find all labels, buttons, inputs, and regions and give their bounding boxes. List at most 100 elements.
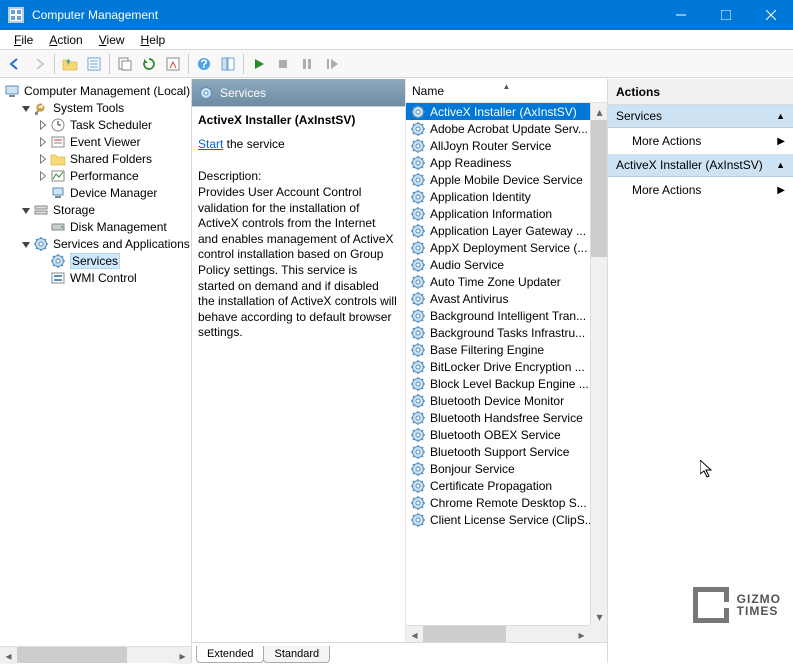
export-list-button[interactable] [162,53,184,75]
tree-item-event-viewer[interactable]: Event Viewer [0,133,191,150]
service-row[interactable]: Certificate Propagation [406,477,607,494]
tree-root[interactable]: Computer Management (Local) [0,82,191,99]
service-row[interactable]: Chrome Remote Desktop S... [406,494,607,511]
pause-service-button[interactable] [296,53,318,75]
gear-icon [410,206,426,222]
list-scrollbar-h[interactable]: ◂ ▸ [406,625,590,642]
tree-item-storage[interactable]: Storage [0,201,191,218]
title-bar: Computer Management [0,0,793,30]
minimize-button[interactable] [658,0,703,30]
menu-help[interactable]: Help [133,31,174,49]
service-row[interactable]: App Readiness [406,154,607,171]
tree-item-disk-management[interactable]: Disk Management [0,218,191,235]
tree-item-system-tools[interactable]: System Tools [0,99,191,116]
service-row[interactable]: Bonjour Service [406,460,607,477]
menu-action[interactable]: Action [41,31,90,49]
service-row[interactable]: BitLocker Drive Encryption ... [406,358,607,375]
service-row[interactable]: Auto Time Zone Updater [406,273,607,290]
service-row[interactable]: Block Level Backup Engine ... [406,375,607,392]
service-row[interactable]: Adobe Acrobat Update Serv... [406,120,607,137]
description-text: Provides User Account Control validation… [198,185,397,341]
service-row[interactable]: Avast Antivirus [406,290,607,307]
service-row[interactable]: Bluetooth Handsfree Service [406,409,607,426]
tree-item-services[interactable]: Services [0,252,191,269]
gear-icon [410,376,426,392]
refresh-button[interactable] [138,53,160,75]
tree-item-task-scheduler[interactable]: Task Scheduler [0,116,191,133]
maximize-button[interactable] [703,0,748,30]
expander-open-icon[interactable] [21,239,31,249]
scroll-down-button[interactable]: ▾ [591,608,607,625]
service-row[interactable]: AppX Deployment Service (... [406,239,607,256]
restart-service-button[interactable] [320,53,342,75]
expander-closed-icon[interactable] [38,137,48,147]
gear-icon [410,308,426,324]
up-button[interactable] [59,53,81,75]
scroll-left-button[interactable]: ◂ [406,626,423,642]
expander-open-icon[interactable] [21,205,31,215]
service-row[interactable]: Base Filtering Engine [406,341,607,358]
scroll-up-button[interactable]: ▴ [591,103,607,120]
service-row[interactable]: Client License Service (ClipS... [406,511,607,528]
scroll-right-button[interactable]: ▸ [573,626,590,642]
service-row[interactable]: Background Tasks Infrastru... [406,324,607,341]
service-row[interactable]: AllJoyn Router Service [406,137,607,154]
help-button[interactable]: ? [193,53,215,75]
stop-service-button[interactable] [272,53,294,75]
expander-closed-icon[interactable] [38,154,48,164]
back-button[interactable] [4,53,26,75]
forward-button[interactable] [28,53,50,75]
tree-item-wmi-control[interactable]: WMI Control [0,269,191,286]
menu-file[interactable]: File [6,31,41,49]
tree-item-shared-folders[interactable]: Shared Folders [0,150,191,167]
tree-item-performance[interactable]: Performance [0,167,191,184]
gear-icon [410,291,426,307]
menu-bar: File Action View Help [0,30,793,50]
gear-icon [410,257,426,273]
actions-section-services[interactable]: Services ▲ [608,105,793,128]
service-row[interactable]: Bluetooth Support Service [406,443,607,460]
service-row[interactable]: Application Information [406,205,607,222]
more-actions-selected[interactable]: More Actions ▶ [608,177,793,203]
service-row[interactable]: Background Intelligent Tran... [406,307,607,324]
service-row[interactable]: Bluetooth Device Monitor [406,392,607,409]
tree-panel: Computer Management (Local) System Tools… [0,79,192,663]
service-row[interactable]: Audio Service [406,256,607,273]
service-row[interactable]: Bluetooth OBEX Service [406,426,607,443]
tree-item-device-manager[interactable]: Device Manager [0,184,191,201]
collapse-icon: ▲ [776,160,785,170]
start-service-button[interactable] [248,53,270,75]
show-hide-button[interactable] [217,53,239,75]
more-actions-services[interactable]: More Actions ▶ [608,128,793,154]
column-name[interactable]: ▲ Name [406,84,607,98]
expander-closed-icon[interactable] [38,171,48,181]
tree-item-services-and-applications[interactable]: Services and Applications [0,235,191,252]
tree-scrollbar-h[interactable]: ◂ ▸ [0,646,191,663]
scroll-right-button[interactable]: ▸ [174,647,191,664]
expander-closed-icon[interactable] [38,120,48,130]
tab-standard[interactable]: Standard [263,646,330,663]
gear-icon [410,189,426,205]
start-link[interactable]: Start [198,137,223,151]
service-row[interactable]: Apple Mobile Device Service [406,171,607,188]
service-row[interactable]: Application Layer Gateway ... [406,222,607,239]
export-button[interactable] [114,53,136,75]
gear-icon [410,104,426,120]
tree[interactable]: Computer Management (Local) System Tools… [0,79,191,646]
gear-icon [410,427,426,443]
tab-extended[interactable]: Extended [196,646,264,663]
gear-icon [410,512,426,528]
collapse-icon: ▲ [776,111,785,121]
menu-view[interactable]: View [91,31,133,49]
close-button[interactable] [748,0,793,30]
list-scrollbar-v[interactable]: ▴ ▾ [590,103,607,625]
service-row[interactable]: ActiveX Installer (AxInstSV) [406,103,607,120]
gear-icon [410,461,426,477]
expander-open-icon[interactable] [21,103,31,113]
list-header[interactable]: ▲ Name [406,79,607,103]
scroll-left-button[interactable]: ◂ [0,647,17,664]
actions-section-selected[interactable]: ActiveX Installer (AxInstSV) ▲ [608,154,793,177]
service-row[interactable]: Application Identity [406,188,607,205]
gear-icon [410,155,426,171]
properties-button[interactable] [83,53,105,75]
